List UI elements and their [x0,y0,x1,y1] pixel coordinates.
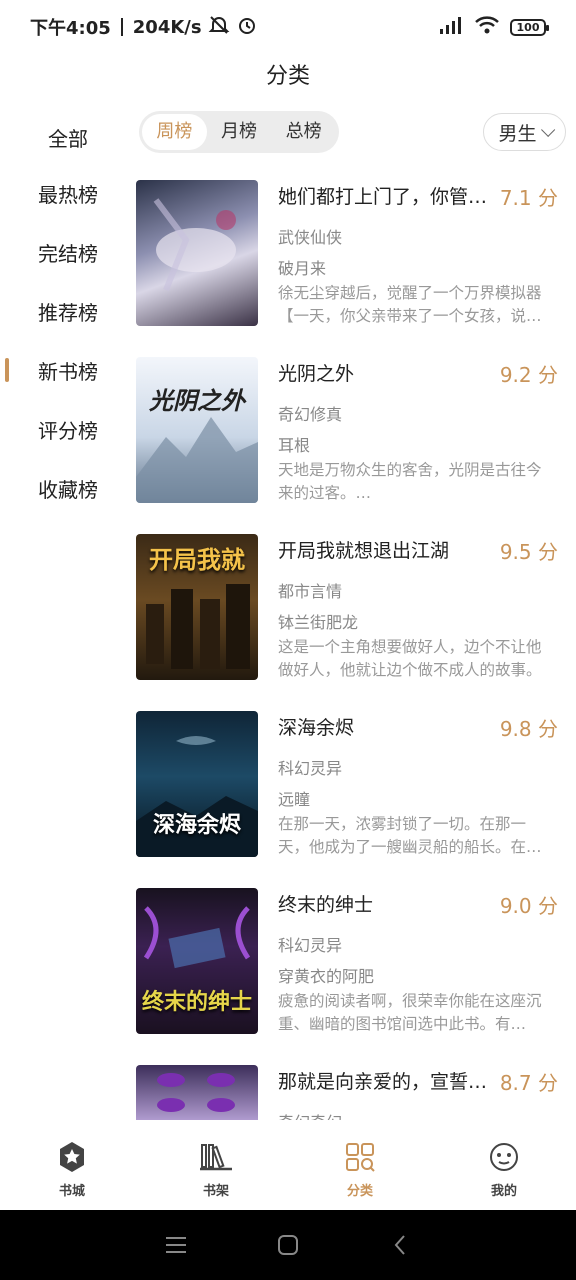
star-badge-icon [55,1140,89,1174]
sidebar-item-hottest[interactable]: 最热榜 [0,164,130,223]
book-title[interactable]: 她们都打上门了，你管这叫弱小宗门？ [278,182,498,209]
signal-icon [438,15,464,40]
chevron-down-icon [540,122,555,137]
battery-level: 100 [516,20,540,34]
book-score: 9.8 分 [499,717,558,741]
book-item[interactable]: 开局我就 开局我就想退出江湖 9.5 分 都市言情 钵兰街肥龙 这是一个主角想要… [136,534,566,711]
nav-label: 分类 [346,1183,373,1199]
alarm-icon [236,14,258,41]
cover-title-text: 深海余烬 [152,813,241,838]
category-grid-icon [343,1140,377,1174]
book-cover[interactable]: 光阴之外 [136,357,258,503]
sidebar-item-new-books[interactable]: 新书榜 [0,341,130,400]
sidebar-item-recommended[interactable]: 推荐榜 [0,282,130,341]
book-author: 穿黄衣的阿肥 [278,967,375,986]
book-score: 8.7 分 [499,1071,558,1095]
book-description: 在那一天，浓雾封锁了一切。在那一天，他成为了一艘幽灵船的船长。在那一天…… [278,815,542,856]
book-title[interactable]: 那就是向亲爱的，宣誓效忠吧 [278,1067,498,1094]
home-icon[interactable] [276,1233,300,1257]
gender-value: 男生 [498,122,537,145]
tab-monthly[interactable]: 月榜 [207,114,272,150]
book-title[interactable]: 深海余烬 [278,713,498,740]
book-author: 远瞳 [278,790,311,809]
battery-icon: 100 [510,18,549,36]
cover-title-text: 开局我就 [149,546,245,574]
tab-weekly[interactable]: 周榜 [142,114,207,150]
menu-icon[interactable] [164,1233,188,1257]
cover-title-text: 终末的绅士 [142,990,253,1015]
book-score: 9.2 分 [499,363,558,387]
book-genre: 奇幻奇幻 [278,1109,342,1120]
back-icon[interactable] [388,1233,412,1257]
book-score: 9.0 分 [499,894,558,918]
page-title: 分类 [265,64,310,89]
nav-category[interactable]: 分类 [288,1128,432,1210]
book-author: 耳根 [278,436,311,455]
book-title[interactable]: 光阴之外 [278,359,498,386]
book-item[interactable]: 光阴之外 光阴之外 9.2 分 奇幻修真 耳根 天地是万物众生的客舍，光阴是古往… [136,357,566,534]
status-time: 下午4:05 [30,18,111,39]
network-speed: 204K/s [132,16,202,38]
ranking-sidebar: 全部 最热榜 完结榜 推荐榜 新书榜 评分榜 收藏榜 [0,110,130,518]
nav-label: 书架 [202,1183,229,1199]
nav-bookshelf[interactable]: 书架 [144,1128,288,1210]
system-nav-bar [0,1210,576,1280]
bookshelf-icon [199,1140,233,1174]
book-list: 她们都打上门了，你管这叫弱小宗门？ 7.1 分 武侠仙侠 破月来 徐无尘穿越后，… [136,180,566,1120]
cover-title-text: 光阴之外 [149,387,245,415]
sidebar-item-completed[interactable]: 完结榜 [0,223,130,282]
sidebar-item-rating[interactable]: 评分榜 [0,400,130,459]
nav-bookstore[interactable]: 书城 [0,1128,144,1210]
sidebar-item-label: 全部 [48,126,88,151]
sidebar-item-label: 收藏榜 [38,478,98,502]
book-cover[interactable] [136,1065,258,1120]
book-title[interactable]: 终末的绅士 [278,890,498,917]
sidebar-item-favorites[interactable]: 收藏榜 [0,459,130,518]
book-cover[interactable]: 开局我就 [136,534,258,680]
book-score: 7.1 分 [499,186,558,210]
book-item[interactable]: 她们都打上门了，你管这叫弱小宗门？ 7.1 分 武侠仙侠 破月来 徐无尘穿越后，… [136,180,566,357]
sidebar-item-label: 最热榜 [38,183,98,207]
book-score: 9.5 分 [499,540,558,564]
book-author: 钵兰街肥龙 [278,613,359,632]
sidebar-item-label: 新书榜 [38,360,98,384]
sidebar-item-label: 推荐榜 [38,301,98,325]
gender-dropdown[interactable]: 男生 [483,113,566,151]
status-bar: 下午4:05 204K/s 100 [0,0,576,54]
bottom-nav: 书城 书架 分类 我的 [0,1128,576,1210]
book-item[interactable]: 那就是向亲爱的，宣誓效忠吧 8.7 分 奇幻奇幻 [136,1065,566,1120]
book-cover[interactable] [136,180,258,326]
sidebar-item-label: 评分榜 [38,419,98,443]
sidebar-item-label: 完结榜 [38,242,98,266]
mute-icon [208,14,230,41]
nav-label: 书城 [58,1183,85,1199]
book-cover[interactable]: 终末的绅士 [136,888,258,1034]
period-tabs: 周榜 月榜 总榜 [139,111,339,153]
book-item[interactable]: 终末的绅士 终末的绅士 9.0 分 科幻灵异 穿黄衣的阿肥 疲惫的阅读者啊，很荣… [136,888,566,1065]
sidebar-item-all[interactable]: 全部 [0,110,130,164]
nav-profile[interactable]: 我的 [432,1128,576,1210]
book-genre: 奇幻修真 [278,405,343,424]
book-author: 破月来 [278,259,327,278]
book-genre: 科幻灵异 [278,759,343,778]
status-divider [120,18,123,36]
book-genre: 科幻灵异 [278,936,343,955]
book-cover[interactable]: 深海余烬 [136,711,258,857]
nav-label: 我的 [490,1183,517,1199]
tab-total[interactable]: 总榜 [271,114,336,150]
book-description: 天地是万物众生的客舍，光阴是古往今来的过客。… [278,461,542,502]
book-genre: 都市言情 [278,582,343,601]
book-title[interactable]: 开局我就想退出江湖 [278,536,498,563]
profile-face-icon [487,1140,521,1174]
book-item[interactable]: 深海余烬 深海余烬 9.8 分 科幻灵异 远瞳 在那一天，浓雾封锁了一切。在那一… [136,711,566,888]
book-description: 这是一个主角想要做好人，边个不让他做好人，他就让边个做不成人的故事。 [278,638,542,679]
book-description: 疲惫的阅读者啊，很荣幸你能在这座沉重、幽暗的图书馆间选中此书。有些…… [278,992,542,1033]
wifi-icon [474,15,500,40]
book-description: 徐无尘穿越后，觉醒了一个万界模拟器【一天，你父亲带来了一个女孩，说她是你的未婚妻… [278,284,542,325]
book-genre: 武侠仙侠 [278,228,343,247]
